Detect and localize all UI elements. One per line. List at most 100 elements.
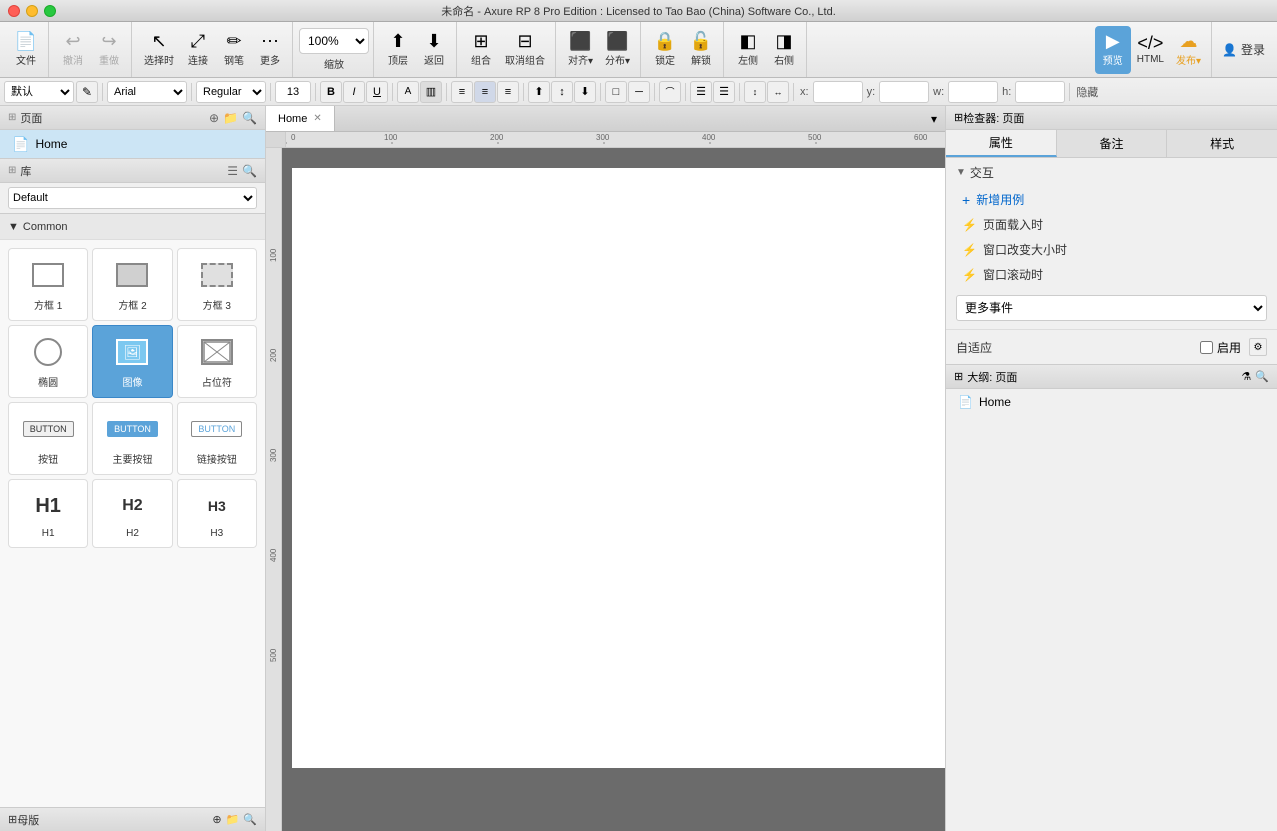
tab-notes-label: 备注: [1100, 135, 1124, 152]
zoom-select[interactable]: 100% 75% 50% 150% 200%: [299, 28, 369, 54]
widget-image[interactable]: 🖼 图像: [92, 325, 172, 398]
publish-button[interactable]: ☁ 发布▾: [1170, 26, 1207, 74]
adaptive-settings-icon[interactable]: ⚙: [1249, 338, 1267, 356]
list-style-button[interactable]: ☰: [713, 81, 735, 103]
maximize-button[interactable]: [44, 5, 56, 17]
char-spacing-button[interactable]: ↔: [767, 81, 789, 103]
font-select[interactable]: Arial: [107, 81, 187, 103]
inspector-header: ⊞ 检查器: 页面: [946, 106, 1277, 130]
rect1-icon: [28, 257, 68, 293]
widget-h1[interactable]: H1 H1: [8, 479, 88, 548]
uncombine-button[interactable]: ⊟ 取消组合: [499, 26, 551, 74]
widget-link-button[interactable]: BUTTON 链接按钮: [177, 402, 257, 475]
valign-mid-button[interactable]: ↕: [551, 81, 573, 103]
border-button[interactable]: □: [605, 81, 627, 103]
pages-search-icon[interactable]: 🔍: [242, 111, 257, 125]
left-side-button[interactable]: ◧ 左侧: [730, 26, 766, 74]
add-case-button[interactable]: + 新增用例: [946, 187, 1277, 212]
signin-label: 登录: [1241, 41, 1265, 58]
style-edit-button[interactable]: ✎: [76, 81, 98, 103]
underline-button[interactable]: U: [366, 81, 388, 103]
widget-ellipse[interactable]: 椭圆: [8, 325, 88, 398]
pen-button[interactable]: ✏ 钢笔: [216, 26, 252, 74]
library-select[interactable]: Default: [8, 187, 257, 209]
font-color-button[interactable]: A: [397, 81, 419, 103]
pages-add-icon[interactable]: ⊕: [209, 111, 219, 125]
redo-button[interactable]: ↪ 重做: [91, 26, 127, 74]
x-input[interactable]: [813, 81, 863, 103]
master-search-icon[interactable]: 🔍: [243, 813, 257, 826]
close-button[interactable]: [8, 5, 20, 17]
style-select[interactable]: 默认: [4, 81, 74, 103]
canvas-tab-home[interactable]: Home ✕: [266, 106, 335, 131]
file-button[interactable]: 📄 文件: [8, 26, 44, 74]
outline-item-home[interactable]: 📄 Home: [946, 389, 1277, 415]
tab-property[interactable]: 属性: [946, 130, 1057, 157]
widget-primary-button[interactable]: BUTTON 主要按钮: [92, 402, 172, 475]
right-side-button[interactable]: ◨ 右侧: [766, 26, 802, 74]
w-input[interactable]: [948, 81, 998, 103]
list-button[interactable]: ☰: [690, 81, 712, 103]
unlock-button[interactable]: 🔓 解锁: [683, 26, 719, 74]
outline-filter-icon[interactable]: ⚗: [1241, 370, 1251, 383]
select-button[interactable]: ↖ 选择时: [138, 26, 180, 74]
align-button[interactable]: ⬛ 对齐▾: [562, 26, 599, 74]
valign-top-button[interactable]: ⬆: [528, 81, 550, 103]
library-menu-icon[interactable]: ☰: [227, 164, 238, 178]
pages-folder-icon[interactable]: 📁: [223, 111, 238, 125]
align-left-button[interactable]: ≡: [451, 81, 473, 103]
preview-button[interactable]: ▶ 预览: [1095, 26, 1131, 74]
undo-button[interactable]: ↩ 撤消: [55, 26, 91, 74]
line-spacing-button[interactable]: ↕: [744, 81, 766, 103]
interaction-section-title[interactable]: ▼ 交互: [946, 158, 1277, 187]
outline-search-icon[interactable]: 🔍: [1255, 370, 1269, 383]
widget-rect3[interactable]: 方框 3: [177, 248, 257, 321]
combine-button[interactable]: ⊞ 组合: [463, 26, 499, 74]
layer-group: ⬆ 顶层 ⬇ 返回: [376, 22, 457, 77]
border-style-button[interactable]: ─: [628, 81, 650, 103]
html-button[interactable]: </> HTML: [1131, 26, 1170, 74]
connect-button[interactable]: ⤢ 连接: [180, 26, 216, 74]
align-right-button[interactable]: ≡: [497, 81, 519, 103]
size-input[interactable]: [275, 81, 311, 103]
tab-notes[interactable]: 备注: [1057, 130, 1168, 157]
align-center-button[interactable]: ≡: [474, 81, 496, 103]
widget-button[interactable]: BUTTON 按钮: [8, 402, 88, 475]
more-button[interactable]: ⋯ 更多: [252, 26, 288, 74]
signin-button[interactable]: 👤 登录: [1214, 37, 1273, 62]
widget-placeholder[interactable]: 占位符: [177, 325, 257, 398]
tab-style[interactable]: 样式: [1167, 130, 1277, 157]
page-home[interactable]: 📄 Home: [0, 130, 265, 158]
tab-close-icon[interactable]: ✕: [313, 113, 321, 124]
widget-rect1[interactable]: 方框 1: [8, 248, 88, 321]
canvas[interactable]: [282, 148, 945, 831]
more-events-select[interactable]: 更多事件: [956, 295, 1267, 321]
lock-button[interactable]: 🔒 锁定: [647, 26, 683, 74]
h-input[interactable]: [1015, 81, 1065, 103]
distribute-button[interactable]: ⬛ 分布▾: [599, 26, 636, 74]
back-button[interactable]: ⬇ 返回: [416, 26, 452, 74]
top-button[interactable]: ⬆ 顶层: [380, 26, 416, 74]
widget-h2[interactable]: H2 H2: [92, 479, 172, 548]
master-folder-icon[interactable]: 📁: [226, 813, 240, 826]
enable-checkbox[interactable]: [1200, 341, 1213, 354]
italic-button[interactable]: I: [343, 81, 365, 103]
canvas-page[interactable]: [292, 168, 945, 768]
category-common[interactable]: ▼ Common: [0, 214, 265, 240]
fill-color-button[interactable]: ▥: [420, 81, 442, 103]
master-add-icon[interactable]: ⊕: [212, 813, 221, 826]
widget-rect2[interactable]: 方框 2: [92, 248, 172, 321]
bold-button[interactable]: B: [320, 81, 342, 103]
enable-checkbox-label[interactable]: 启用: [1200, 339, 1241, 356]
widget-h3[interactable]: H3 H3: [177, 479, 257, 548]
library-search-icon[interactable]: 🔍: [242, 164, 257, 178]
right-tabs: 属性 备注 样式: [946, 130, 1277, 158]
corner-button[interactable]: ⌒: [659, 81, 681, 103]
tab-dropdown-button[interactable]: ▾: [923, 112, 945, 126]
y-input[interactable]: [879, 81, 929, 103]
button-label: 按钮: [38, 451, 58, 466]
outline-page-icon: 📄: [958, 395, 973, 409]
weight-select[interactable]: Regular Bold Italic: [196, 81, 266, 103]
minimize-button[interactable]: [26, 5, 38, 17]
valign-bot-button[interactable]: ⬇: [574, 81, 596, 103]
